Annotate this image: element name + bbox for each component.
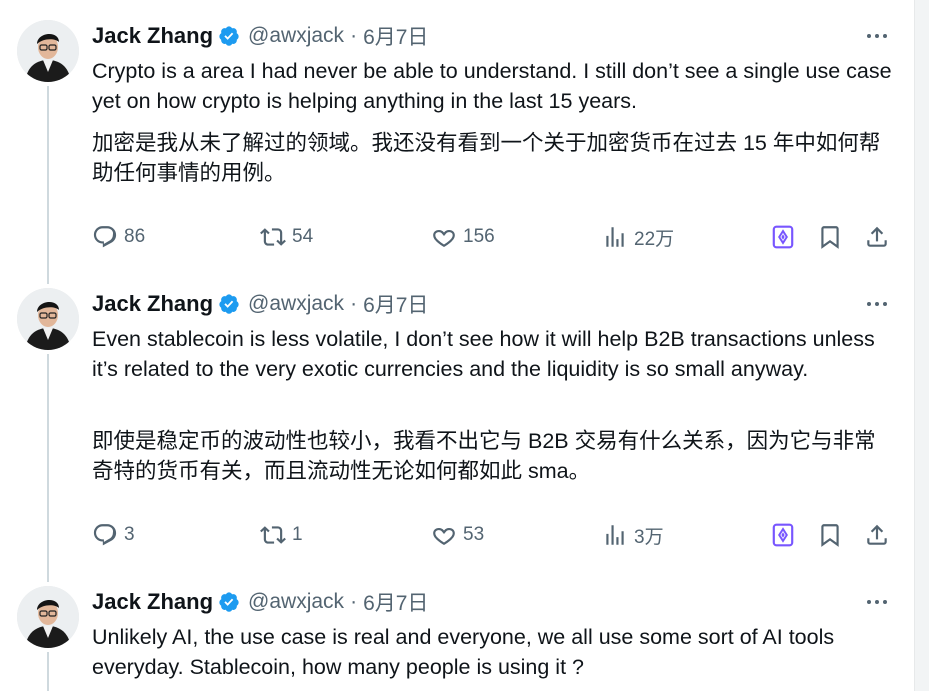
tweet-header: Jack Zhang @awxjack · 6月7日: [92, 288, 428, 320]
tweet[interactable]: Jack Zhang @awxjack · 6月7日 Even stableco…: [0, 288, 915, 580]
more-icon[interactable]: [867, 586, 887, 618]
avatar-image: [17, 586, 79, 648]
timestamp[interactable]: 6月7日: [363, 289, 428, 319]
tweet[interactable]: Jack Zhang @awxjack · 6月7日 Crypto is a a…: [0, 20, 915, 282]
share-button[interactable]: [864, 518, 890, 552]
avatar[interactable]: [17, 586, 79, 648]
verified-badge-icon: [219, 26, 239, 46]
reply-icon: [93, 524, 117, 546]
reply-button[interactable]: 86: [92, 220, 145, 254]
tweet-actions: 3 1 53 3万: [92, 518, 900, 552]
grok-icon: [772, 523, 794, 547]
handle[interactable]: @awxjack: [248, 24, 344, 48]
timestamp[interactable]: 6月7日: [363, 21, 428, 51]
tweet-translation: 加密是我从未了解过的领域。我还没有看到一个关于加密货币在过去 15 年中如何帮助…: [92, 131, 881, 185]
display-name[interactable]: Jack Zhang: [92, 589, 213, 615]
grok-button[interactable]: [770, 220, 796, 254]
views-icon: [606, 525, 624, 545]
views-button[interactable]: 22万: [602, 220, 674, 254]
tweet-text: Unlikely AI, the use case is real and ev…: [92, 625, 835, 679]
bookmark-button[interactable]: [817, 220, 843, 254]
timestamp[interactable]: 6月7日: [363, 587, 428, 617]
like-icon: [433, 229, 455, 247]
views-button[interactable]: 3万: [602, 518, 664, 552]
tweet-header: Jack Zhang @awxjack · 6月7日: [92, 20, 428, 52]
like-count: 156: [463, 226, 495, 247]
grok-button[interactable]: [770, 518, 796, 552]
repost-count: 1: [292, 524, 303, 545]
display-name[interactable]: Jack Zhang: [92, 291, 213, 317]
like-button[interactable]: 156: [431, 220, 495, 254]
like-button[interactable]: 53: [431, 518, 484, 552]
reply-button[interactable]: 3: [92, 518, 135, 552]
bookmark-icon: [821, 226, 839, 249]
scrollbar-track[interactable]: [914, 0, 929, 691]
separator-dot: ·: [350, 590, 358, 613]
tweet-text: Even stablecoin is less volatile, I don’…: [92, 327, 875, 381]
repost-button[interactable]: 1: [260, 518, 303, 552]
views-count: 3万: [634, 526, 664, 548]
repost-icon: [260, 526, 286, 544]
reply-icon: [93, 226, 117, 248]
tweet-translation: 即使是稳定币的波动性也较小，我看不出它与 B2B 交易有什么关系，因为它与非常奇…: [92, 429, 876, 483]
verified-badge-icon: [219, 294, 239, 314]
avatar[interactable]: [17, 20, 79, 82]
more-icon[interactable]: [867, 288, 887, 320]
repost-icon: [260, 228, 286, 246]
tweet-header: Jack Zhang @awxjack · 6月7日: [92, 586, 428, 618]
repost-count: 54: [292, 226, 314, 247]
views-icon: [606, 227, 624, 247]
reply-count: 86: [124, 226, 146, 247]
tweet-actions: 86 54 156 22万: [92, 220, 900, 254]
handle[interactable]: @awxjack: [248, 590, 344, 614]
reply-count: 3: [124, 524, 135, 545]
separator-dot: ·: [350, 24, 358, 47]
verified-badge-icon: [219, 592, 239, 612]
avatar[interactable]: [17, 288, 79, 350]
bookmark-button[interactable]: [817, 518, 843, 552]
grok-icon: [772, 225, 794, 249]
like-icon: [433, 527, 455, 545]
separator-dot: ·: [350, 292, 358, 315]
tweet[interactable]: Jack Zhang @awxjack · 6月7日 Unlikely AI, …: [0, 586, 915, 691]
like-count: 53: [463, 524, 485, 545]
avatar-image: [17, 288, 79, 350]
display-name[interactable]: Jack Zhang: [92, 23, 213, 49]
more-icon[interactable]: [867, 20, 887, 52]
tweet-text: Crypto is a area I had never be able to …: [92, 59, 892, 113]
avatar-image: [17, 20, 79, 82]
share-icon: [867, 226, 887, 247]
repost-button[interactable]: 54: [260, 220, 313, 254]
share-icon: [867, 524, 887, 545]
views-count: 22万: [634, 228, 675, 250]
bookmark-icon: [821, 524, 839, 547]
share-button[interactable]: [864, 220, 890, 254]
handle[interactable]: @awxjack: [248, 292, 344, 316]
